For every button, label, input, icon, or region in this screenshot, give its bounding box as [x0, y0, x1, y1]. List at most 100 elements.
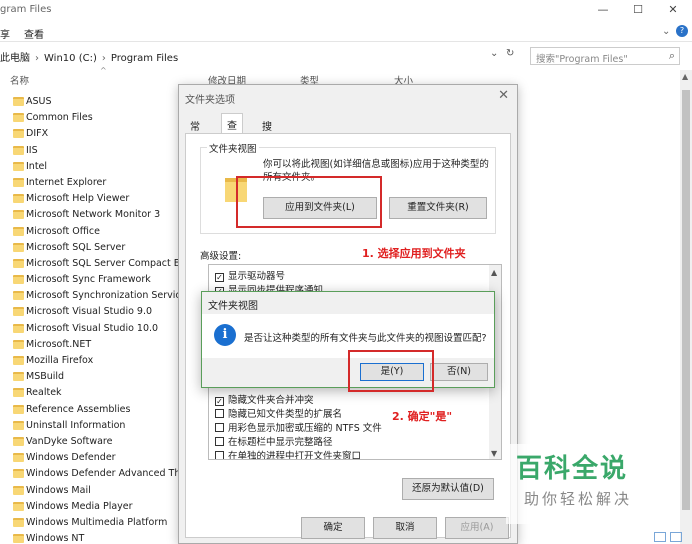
main-scrollbar[interactable]: ▲ — [680, 70, 692, 544]
watermark-sub: 助你轻松解决 — [524, 490, 633, 508]
cancel-button[interactable]: 取消 — [373, 517, 437, 539]
checkbox[interactable] — [215, 437, 224, 446]
list-item[interactable]: Microsoft Sync Framework — [0, 272, 180, 288]
tree-item[interactable]: ✓ 隐藏文件夹合并冲突 — [215, 392, 314, 406]
list-item[interactable]: IIS — [0, 143, 180, 159]
list-item[interactable]: Uninstall Information — [0, 418, 180, 434]
scroll-up-icon[interactable]: ▲ — [682, 72, 688, 81]
tree-item[interactable]: ✓ 显示驱动器号 — [215, 268, 285, 282]
folder-name: Windows Multimedia Platform — [26, 516, 168, 528]
list-item[interactable]: Microsoft SQL Server Compact Ed — [0, 256, 186, 272]
list-item[interactable]: Microsoft Visual Studio 10.0 — [0, 321, 180, 337]
list-item[interactable]: Microsoft Network Monitor 3 — [0, 207, 180, 223]
list-item[interactable]: Microsoft.NET — [0, 337, 180, 353]
tree-item[interactable]: 用彩色显示加密或压缩的 NTFS 文件 — [215, 420, 382, 434]
ribbon-expand-icon[interactable]: ⌄ — [662, 26, 670, 37]
list-item[interactable]: Realtek — [0, 385, 180, 401]
list-item[interactable]: Intel — [0, 159, 180, 175]
confirm-dialog-title: 文件夹视图 — [208, 301, 258, 312]
list-item[interactable]: Microsoft Synchronization Services — [0, 288, 191, 304]
view-mode-icons[interactable] — [654, 532, 688, 542]
list-item[interactable]: Microsoft Visual Studio 9.0 — [0, 304, 180, 320]
scroll-thumb[interactable] — [682, 90, 690, 510]
tree-item[interactable]: 隐藏已知文件类型的扩展名 — [215, 406, 342, 420]
tab-view[interactable]: 查看 — [24, 26, 44, 41]
details-view-icon[interactable] — [654, 532, 666, 542]
folder-icon — [13, 258, 24, 268]
tree-scroll-down-icon[interactable]: ▼ — [491, 449, 497, 458]
folder-name: DIFX — [26, 128, 49, 140]
large-icons-view-icon[interactable] — [670, 532, 682, 542]
folder-icon — [13, 177, 24, 187]
list-item[interactable]: Microsoft SQL Server — [0, 240, 180, 256]
tree-item[interactable]: 在标题栏中显示完整路径 — [215, 434, 333, 448]
checkbox[interactable] — [215, 423, 224, 432]
close-button[interactable]: ✕ — [660, 2, 686, 18]
dialog-close-icon[interactable]: ✕ — [498, 88, 509, 103]
minimize-button[interactable]: — — [590, 2, 616, 18]
tree-item[interactable]: 在单独的进程中打开文件夹窗口 — [215, 448, 361, 459]
address-bar: 此电脑 › Win10 (C:) › Program Files ⌄ ↻ 搜索"Prog… — [0, 44, 692, 68]
folder-name: Windows Defender Advanced Thr — [26, 468, 185, 480]
crumb-this-pc[interactable]: 此电脑 — [0, 53, 30, 64]
folder-name: Intel — [26, 160, 48, 172]
reset-folders-button[interactable]: 重置文件夹(R) — [389, 197, 487, 219]
folder-name: Microsoft Synchronization Services — [26, 290, 192, 302]
list-item[interactable]: Windows Multimedia Platform — [0, 515, 180, 531]
list-item[interactable]: Windows Defender Advanced Thr — [0, 466, 184, 482]
folder-icon — [13, 242, 24, 252]
no-button[interactable]: 否(N) — [430, 363, 488, 381]
restore-defaults-button[interactable]: 还原为默认值(D) — [402, 478, 494, 500]
list-item[interactable]: Reference Assemblies — [0, 402, 180, 418]
list-item[interactable]: Microsoft Office — [0, 224, 180, 240]
address-dropdown-icon[interactable]: ⌄ — [490, 48, 498, 59]
crumb-program-files[interactable]: Program Files — [111, 53, 178, 64]
folder-name: Microsoft SQL Server Compact Ed — [26, 257, 186, 269]
folder-icon — [13, 339, 24, 349]
breadcrumb[interactable]: 此电脑 › Win10 (C:) › Program Files — [0, 49, 178, 64]
column-name[interactable]: 名称 — [10, 73, 29, 87]
list-item[interactable]: DIFX — [0, 126, 180, 142]
list-item[interactable]: Windows Defender — [0, 450, 180, 466]
folder-name: Microsoft Visual Studio 10.0 — [26, 322, 159, 334]
refresh-icon[interactable]: ↻ — [506, 48, 514, 59]
list-item[interactable]: Windows Mail — [0, 483, 180, 499]
list-item[interactable]: ASUS — [0, 94, 180, 110]
folder-icon — [13, 501, 24, 511]
checkbox[interactable]: ✓ — [215, 397, 224, 406]
list-item[interactable]: MSBuild — [0, 369, 180, 385]
checkbox[interactable] — [215, 451, 224, 459]
folder-icon — [13, 307, 24, 317]
folder-name: Reference Assemblies — [26, 403, 131, 415]
folder-icon — [13, 275, 24, 285]
tab-share[interactable]: 享 — [0, 26, 10, 41]
list-item[interactable]: Internet Explorer — [0, 175, 180, 191]
ok-button[interactable]: 确定 — [301, 517, 365, 539]
list-item[interactable]: Mozilla Firefox — [0, 353, 180, 369]
list-item[interactable]: Common Files — [0, 110, 180, 126]
apply-button[interactable]: 应用(A) — [445, 517, 509, 539]
folder-icon — [13, 210, 24, 220]
maximize-button[interactable]: ☐ — [625, 2, 651, 18]
tab-search[interactable]: 搜索 — [257, 115, 277, 148]
list-item[interactable]: Microsoft Help Viewer — [0, 191, 180, 207]
tab-general[interactable]: 常规 — [185, 115, 205, 148]
folder-icon — [13, 420, 24, 430]
checkbox[interactable]: ✓ — [215, 273, 224, 282]
search-input[interactable]: 搜索"Program Files" ⌕ — [530, 47, 680, 65]
tab-view-options[interactable]: 查看 — [221, 113, 243, 147]
folder-icon — [13, 534, 24, 544]
folder-name: Microsoft Help Viewer — [26, 193, 130, 205]
crumb-drive[interactable]: Win10 (C:) — [44, 53, 97, 64]
folder-icon — [13, 113, 24, 123]
list-item[interactable]: Windows NT — [0, 531, 180, 544]
list-item[interactable]: VanDyke Software — [0, 434, 180, 450]
folder-name: Uninstall Information — [26, 419, 126, 431]
list-item[interactable]: Windows Media Player — [0, 499, 180, 515]
folder-name: VanDyke Software — [26, 435, 113, 447]
tree-scroll-up-icon[interactable]: ▲ — [491, 268, 497, 277]
help-icon[interactable]: ? — [676, 25, 688, 37]
annotation-step2: 2. 确定"是" — [392, 410, 453, 423]
folder-name: Microsoft SQL Server — [26, 241, 126, 253]
checkbox[interactable] — [215, 409, 224, 418]
